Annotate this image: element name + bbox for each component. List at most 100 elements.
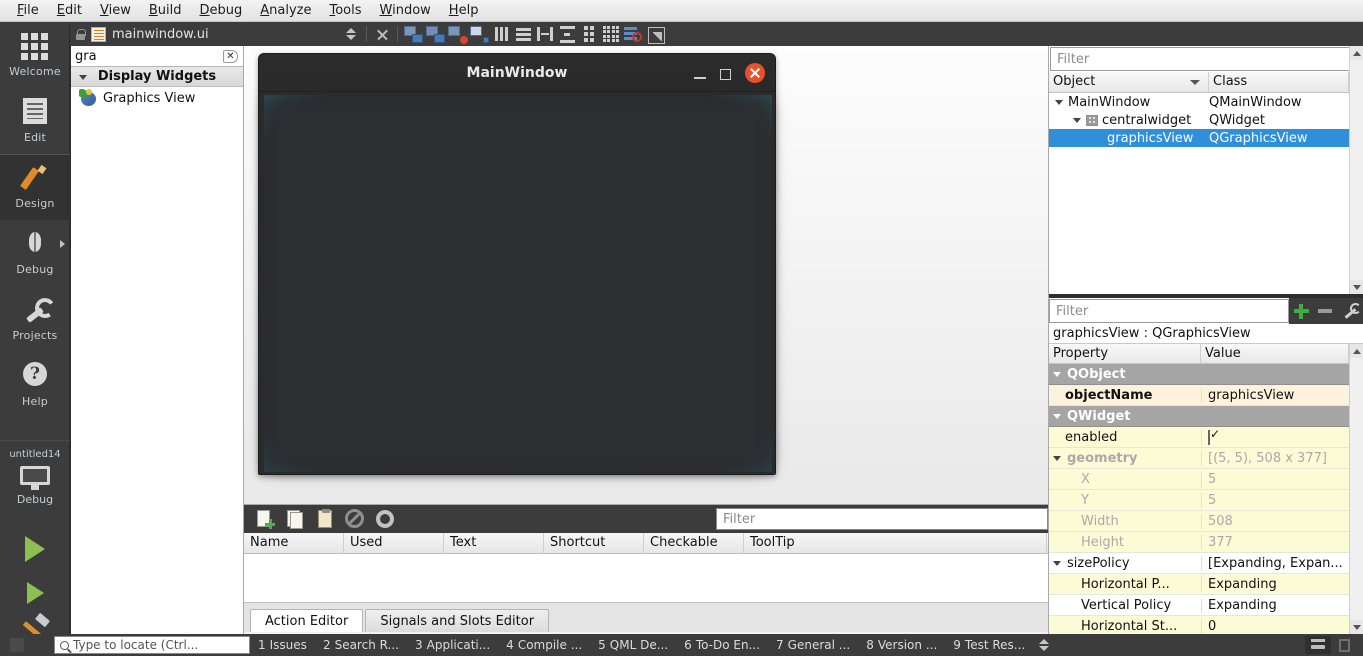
chevron-down-icon[interactable] — [1053, 560, 1061, 566]
output-pane-search-results[interactable]: 2 Search R... — [315, 638, 407, 652]
property-row-height[interactable]: Height 377 — [1049, 532, 1363, 553]
open-documents-combo[interactable]: mainwindow.ui — [70, 22, 340, 46]
property-group-qobject[interactable]: QObject — [1049, 364, 1363, 385]
sidebar-item-design[interactable]: Design — [0, 154, 70, 220]
property-row-width[interactable]: Width 508 — [1049, 511, 1363, 532]
enabled-checkbox[interactable] — [1208, 429, 1210, 445]
property-row-y[interactable]: Y 5 — [1049, 490, 1363, 511]
chevron-down-icon[interactable] — [1073, 117, 1081, 123]
output-pane-test-results[interactable]: 9 Test Res... — [945, 638, 1033, 652]
toggle-progress-details-icon[interactable] — [1305, 636, 1331, 654]
menu-window[interactable]: Window — [371, 1, 440, 21]
search-input[interactable]: Type to locate (Ctrl... — [54, 636, 250, 654]
output-pane-general-messages[interactable]: 7 General ... — [768, 638, 858, 652]
sidebar-item-edit[interactable]: Edit — [0, 88, 70, 154]
column-shortcut[interactable]: Shortcut — [544, 533, 644, 553]
scroll-down-icon[interactable] — [1350, 280, 1363, 294]
column-checkable[interactable]: Checkable — [644, 533, 744, 553]
layout-vertical-splitter-icon[interactable] — [556, 24, 578, 44]
menu-tools[interactable]: Tools — [320, 1, 370, 21]
remove-icon[interactable] — [1318, 309, 1333, 313]
layout-horizontal-splitter-icon[interactable] — [534, 24, 556, 44]
edit-buddies-icon[interactable] — [446, 24, 468, 44]
edit-signals-slots-icon[interactable] — [424, 24, 446, 44]
widget-box-filter[interactable]: gra ✕ — [71, 46, 243, 67]
layout-in-grid-icon[interactable] — [600, 24, 622, 44]
clear-icon[interactable]: ✕ — [223, 50, 238, 63]
sidebar-item-projects[interactable]: Projects — [0, 286, 70, 352]
chevron-down-icon[interactable] — [1053, 455, 1061, 461]
property-row-objectname[interactable]: objectName graphicsView — [1049, 385, 1363, 406]
centralwidget-area[interactable] — [259, 93, 775, 474]
graphics-view-widget-selected[interactable] — [264, 95, 772, 472]
output-pane-compile-output[interactable]: 4 Compile ... — [498, 638, 590, 652]
output-pane-issues[interactable]: 1 Issues — [250, 638, 315, 652]
maximize-icon[interactable] — [720, 69, 731, 80]
column-name[interactable]: Name — [244, 533, 344, 553]
chevron-down-icon[interactable] — [1055, 99, 1063, 105]
form-preview-mainwindow[interactable]: MainWindow — [258, 53, 776, 475]
minimize-icon[interactable] — [694, 76, 706, 79]
close-icon[interactable] — [745, 63, 765, 83]
scroll-up-icon[interactable] — [1350, 46, 1363, 60]
unlocked-icon[interactable] — [76, 28, 86, 40]
column-object[interactable]: Object — [1049, 72, 1209, 92]
table-row[interactable]: MainWindow QMainWindow — [1049, 93, 1363, 111]
settings-gear-icon[interactable] — [374, 508, 396, 530]
property-row-sizepolicy[interactable]: sizePolicy [Expanding, Expan... — [1049, 553, 1363, 574]
sidebar-item-debug[interactable]: Debug — [0, 220, 70, 286]
adjust-size-icon[interactable] — [644, 24, 666, 44]
action-filter-input[interactable]: Filter — [716, 508, 1048, 530]
edit-widgets-icon[interactable] — [402, 24, 424, 44]
chevron-down-icon[interactable] — [1053, 413, 1061, 419]
copy-icon[interactable] — [284, 508, 306, 530]
output-pane-application-output[interactable]: 3 Applicati... — [407, 638, 498, 652]
menu-help[interactable]: Help — [440, 1, 488, 21]
menu-view[interactable]: View — [91, 1, 140, 21]
property-filter-input[interactable]: Filter — [1049, 299, 1289, 323]
configure-wrench-icon[interactable] — [1342, 303, 1362, 319]
column-text[interactable]: Text — [444, 533, 544, 553]
paste-icon[interactable] — [314, 508, 336, 530]
scroll-up-icon[interactable] — [1350, 344, 1363, 358]
tab-action-editor[interactable]: Action Editor — [250, 609, 364, 632]
toggle-sidebar-icon[interactable] — [1331, 636, 1357, 654]
form-editor-canvas[interactable]: MainWindow — [244, 46, 1049, 504]
property-row-horizontal-policy[interactable]: Horizontal P... Expanding — [1049, 574, 1363, 595]
close-icon[interactable] — [371, 24, 393, 44]
column-property[interactable]: Property — [1049, 344, 1201, 363]
run-button[interactable] — [0, 528, 70, 570]
new-action-icon[interactable] — [254, 508, 276, 530]
menu-edit[interactable]: Edit — [48, 1, 91, 21]
widget-category-display-widgets[interactable]: Display Widgets — [71, 67, 243, 87]
property-row-x[interactable]: X 5 — [1049, 469, 1363, 490]
edit-tab-order-icon[interactable] — [468, 24, 490, 44]
chevron-down-icon[interactable] — [1053, 371, 1061, 377]
column-used[interactable]: Used — [344, 533, 444, 553]
action-table-body[interactable] — [244, 554, 1048, 602]
tab-signals-and-slots-editor[interactable]: Signals and Slots Editor — [365, 609, 550, 632]
output-pane-qml-debugger[interactable]: 5 QML De... — [590, 638, 676, 652]
updown-arrows-icon[interactable] — [340, 24, 362, 44]
sidebar-item-help[interactable]: ? Help — [0, 352, 70, 418]
menu-file[interactable]: File — [8, 1, 48, 21]
property-table-body[interactable]: QObject objectName graphicsView QWidget … — [1049, 364, 1363, 637]
break-layout-icon[interactable] — [622, 24, 644, 44]
property-row-vertical-policy[interactable]: Vertical Policy Expanding — [1049, 595, 1363, 616]
widget-item-graphics-view[interactable]: Graphics View — [71, 87, 243, 109]
property-table-scrollbar[interactable] — [1349, 344, 1363, 634]
object-filter-input[interactable]: Filter — [1050, 47, 1362, 71]
scroll-down-icon[interactable] — [1350, 620, 1363, 634]
column-tooltip[interactable]: ToolTip — [744, 533, 1047, 553]
kit-selector[interactable]: untitled14 Debug — [0, 440, 70, 520]
property-group-qwidget[interactable]: QWidget — [1049, 406, 1363, 427]
sidebar-item-welcome[interactable]: Welcome — [0, 22, 70, 88]
add-icon[interactable] — [1293, 303, 1309, 319]
column-value[interactable]: Value — [1201, 344, 1349, 363]
updown-arrows-icon[interactable] — [1039, 638, 1050, 652]
output-pane-version-control[interactable]: 8 Version ... — [858, 638, 945, 652]
table-row[interactable]: centralwidget QWidget — [1049, 111, 1363, 129]
property-row-geometry[interactable]: geometry [(5, 5), 508 x 377] — [1049, 448, 1363, 469]
delete-icon[interactable] — [344, 508, 366, 530]
menu-analyze[interactable]: Analyze — [251, 1, 320, 21]
